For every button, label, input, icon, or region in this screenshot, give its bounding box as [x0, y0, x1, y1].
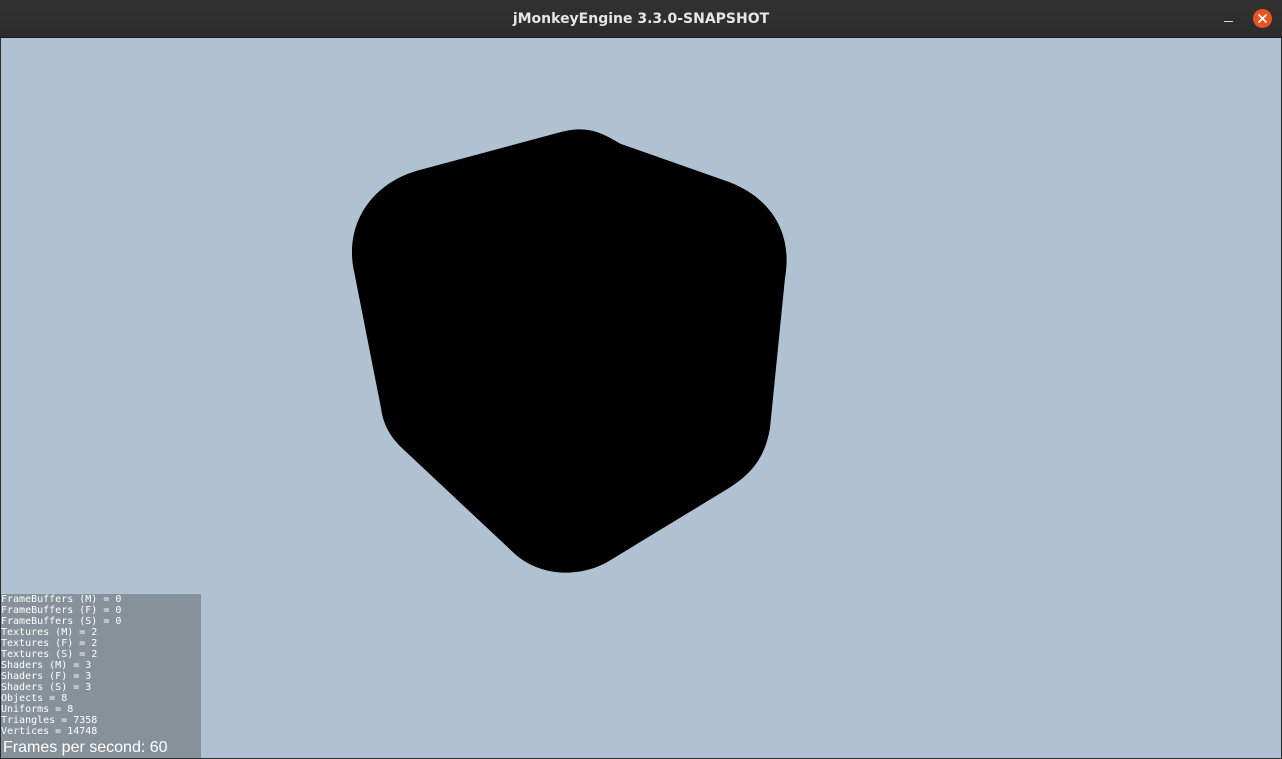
stat-textures-f: Textures (F) = 2 — [1, 638, 98, 649]
app-window: jMonkeyEngine 3.3.0-SNAPSHOT FrameBuffer… — [0, 0, 1282, 759]
rounded-cube — [351, 129, 787, 573]
fps-counter: Frames per second: 60 — [3, 739, 168, 756]
stat-triangles: Triangles = 7358 — [1, 715, 98, 726]
stat-framebuffers-f: FrameBuffers (F) = 0 — [1, 605, 122, 616]
minimize-button[interactable] — [1216, 8, 1240, 30]
close-icon — [1258, 14, 1267, 23]
stat-shaders-f: Shaders (F) = 3 — [1, 671, 92, 682]
stat-framebuffers-s: FrameBuffers (S) = 0 — [1, 616, 122, 627]
minimize-icon — [1224, 21, 1233, 22]
close-button[interactable] — [1253, 9, 1272, 28]
stat-vertices: Vertices = 14748 — [1, 726, 98, 737]
stat-objects: Objects = 8 — [1, 693, 68, 704]
stat-framebuffers-m: FrameBuffers (M) = 0 — [1, 594, 122, 605]
stats-panel: FrameBuffers (M) = 0 FrameBuffers (F) = … — [1, 594, 201, 758]
stat-textures-s: Textures (S) = 2 — [1, 649, 98, 660]
stat-uniforms: Uniforms = 8 — [1, 704, 74, 715]
stat-textures-m: Textures (M) = 2 — [1, 627, 98, 638]
window-title: jMonkeyEngine 3.3.0-SNAPSHOT — [512, 11, 770, 27]
render-viewport[interactable]: FrameBuffers (M) = 0 FrameBuffers (F) = … — [1, 38, 1281, 758]
stat-shaders-s: Shaders (S) = 3 — [1, 682, 92, 693]
title-bar[interactable]: jMonkeyEngine 3.3.0-SNAPSHOT — [0, 0, 1282, 38]
stat-shaders-m: Shaders (M) = 3 — [1, 660, 92, 671]
